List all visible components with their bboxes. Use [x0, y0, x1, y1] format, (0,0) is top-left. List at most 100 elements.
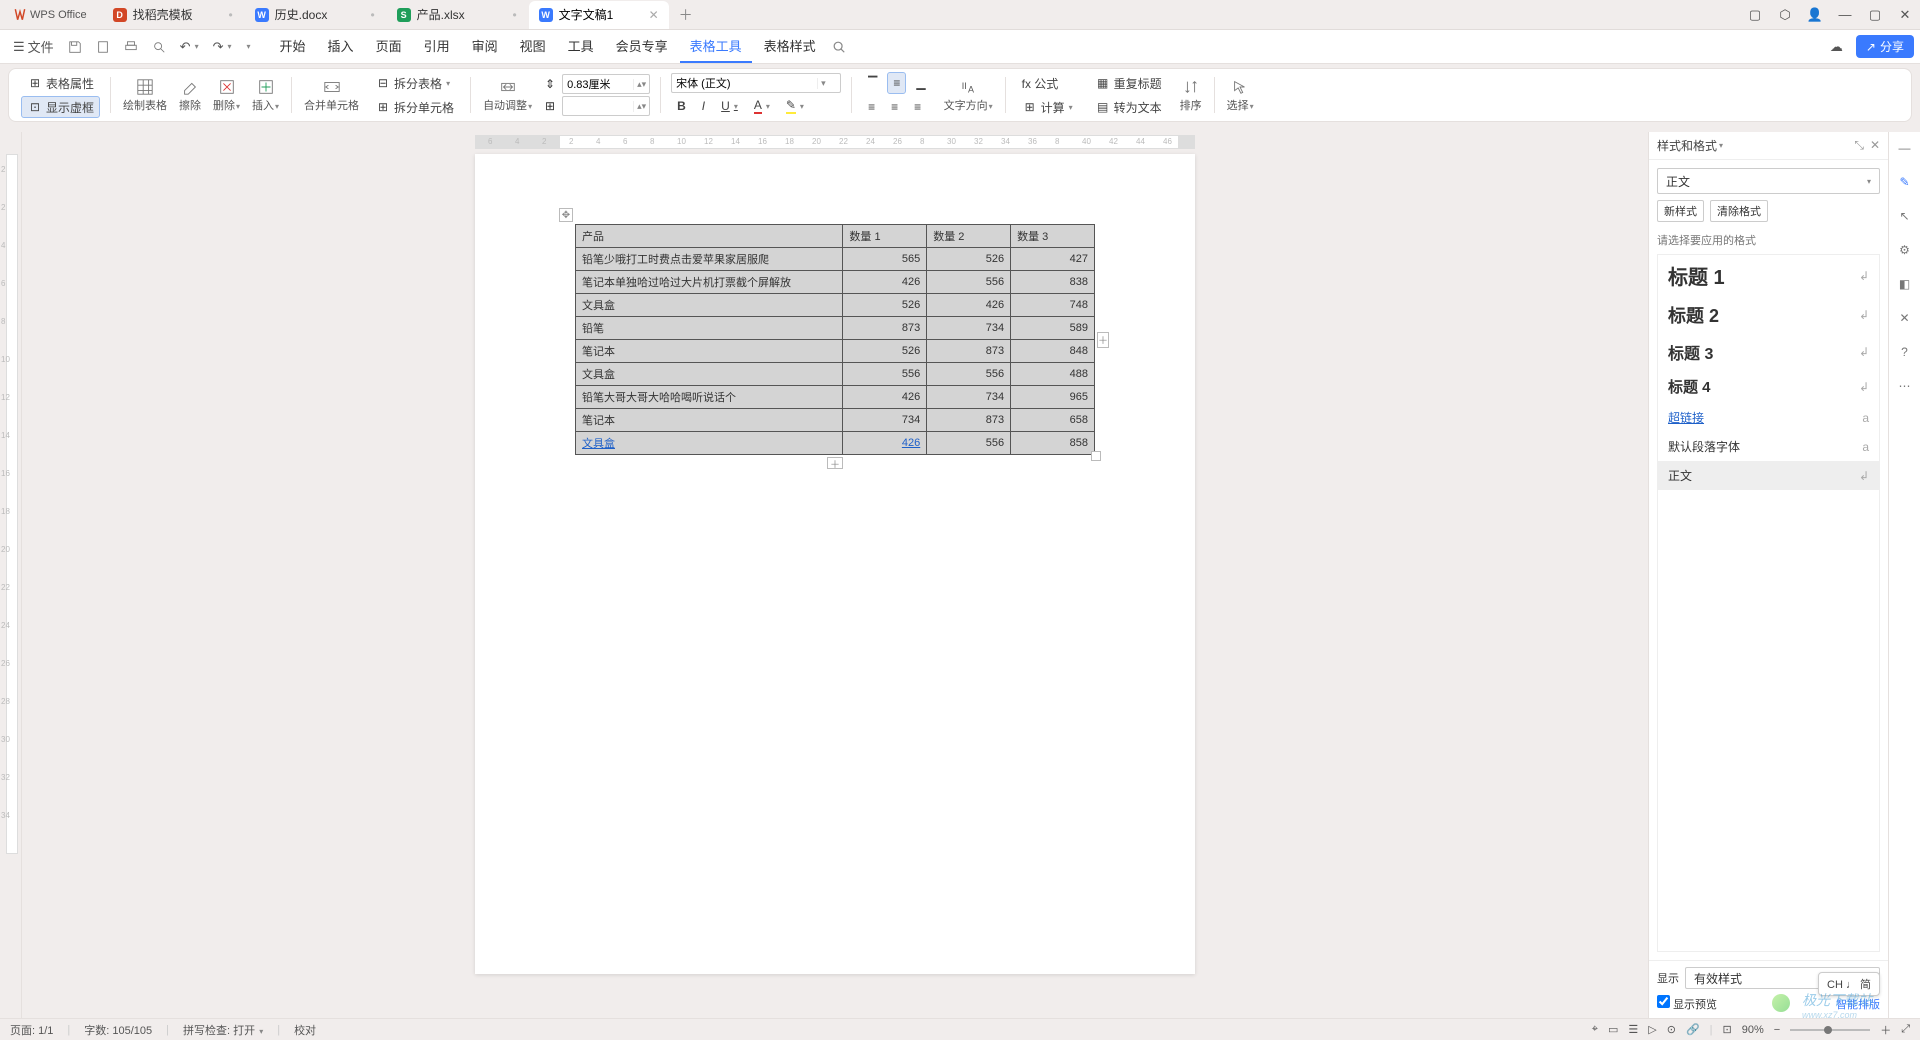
- table-cell[interactable]: 文具盒: [576, 432, 843, 455]
- formula-button[interactable]: fx 公式: [1016, 72, 1079, 94]
- table-row[interactable]: 铅笔少哦打工时费点击爱苹果家居服爬565526427: [576, 248, 1095, 271]
- document-tab[interactable]: W文字文稿1✕: [529, 1, 669, 29]
- align-left-button[interactable]: ≡: [862, 96, 881, 118]
- table-cell[interactable]: 873: [843, 317, 927, 340]
- table-resize-handle[interactable]: [1091, 451, 1101, 461]
- table-row[interactable]: 铅笔大哥大哥大哈哈喝听说话个426734965: [576, 386, 1095, 409]
- print-preview-icon[interactable]: [89, 33, 117, 61]
- style-list-item[interactable]: 标题 4↲: [1658, 370, 1879, 403]
- style-list-item[interactable]: 正文↲: [1658, 461, 1879, 490]
- close-button[interactable]: ✕: [1896, 7, 1914, 23]
- font-color-button[interactable]: A▾: [748, 95, 776, 117]
- menu-item[interactable]: 表格样式: [754, 31, 826, 63]
- add-tab-button[interactable]: ＋: [671, 5, 701, 25]
- table-row[interactable]: 文具盒556556488: [576, 363, 1095, 386]
- autofit-dropdown[interactable]: 自动调整▾: [477, 73, 538, 117]
- table-cell[interactable]: 铅笔大哥大哥大哈哈喝听说话个: [576, 386, 843, 409]
- show-border-button[interactable]: ⊡显示虚框: [21, 96, 100, 118]
- table-cell[interactable]: 838: [1011, 271, 1095, 294]
- align-middle-button[interactable]: ≡: [887, 72, 906, 94]
- align-bottom-button[interactable]: ▁: [910, 72, 931, 94]
- table-row[interactable]: 笔记本526873848: [576, 340, 1095, 363]
- table-cell[interactable]: 873: [927, 409, 1011, 432]
- status-spell[interactable]: 拼写检查: 打开 ▾: [183, 1022, 263, 1038]
- table-cell[interactable]: 734: [927, 317, 1011, 340]
- focus-icon[interactable]: ⊙: [1667, 1023, 1676, 1036]
- col-width-input[interactable]: ▴▾: [562, 96, 650, 116]
- text-direction-dropdown[interactable]: IIA文字方向▾: [938, 73, 999, 117]
- table-row[interactable]: 铅笔873734589: [576, 317, 1095, 340]
- menu-search-icon[interactable]: [826, 33, 852, 61]
- calculate-dropdown[interactable]: ⊞计算▾: [1016, 96, 1079, 118]
- table-cell[interactable]: 873: [927, 340, 1011, 363]
- canvas[interactable]: 6422468101214161820222426830323436840424…: [22, 132, 1648, 1018]
- menu-item[interactable]: 插入: [318, 31, 364, 63]
- redo-button[interactable]: ↷▾: [206, 33, 239, 61]
- menu-item[interactable]: 会员专享: [606, 31, 678, 63]
- table-cell[interactable]: 556: [927, 432, 1011, 455]
- row-height-input[interactable]: ▴▾: [562, 74, 650, 94]
- new-style-button[interactable]: 新样式: [1657, 200, 1704, 222]
- table-row[interactable]: 文具盒426556858: [576, 432, 1095, 455]
- underline-button[interactable]: U▾: [715, 95, 744, 117]
- preview-checkbox[interactable]: 显示预览: [1657, 995, 1717, 1012]
- table-cell[interactable]: 556: [843, 363, 927, 386]
- zoom-out-button[interactable]: −: [1774, 1024, 1780, 1036]
- table-header[interactable]: 数量 3: [1011, 225, 1095, 248]
- select-dropdown[interactable]: 选择▾: [1221, 73, 1260, 117]
- more-icon[interactable]: ⋯: [1895, 376, 1915, 396]
- table-cell[interactable]: 556: [927, 271, 1011, 294]
- table-cell[interactable]: 笔记本单独哈过哈过大片机打票截个屏解放: [576, 271, 843, 294]
- table-properties-button[interactable]: ⊞表格属性: [21, 72, 100, 94]
- draw-table-button[interactable]: 绘制表格: [117, 73, 173, 117]
- table-cell[interactable]: 734: [843, 409, 927, 432]
- insert-dropdown[interactable]: 插入▾: [246, 73, 285, 117]
- style-list-item[interactable]: 标题 2↲: [1658, 296, 1879, 334]
- clear-format-button[interactable]: 清除格式: [1710, 200, 1768, 222]
- table-cell[interactable]: 556: [927, 363, 1011, 386]
- table-cell[interactable]: 858: [1011, 432, 1095, 455]
- smart-layout-link[interactable]: 智能排版: [1836, 996, 1880, 1012]
- delete-dropdown[interactable]: 删除▾: [207, 73, 246, 117]
- print-icon[interactable]: [117, 33, 145, 61]
- bold-button[interactable]: B: [671, 95, 692, 117]
- cloud-icon[interactable]: ☁: [1823, 33, 1850, 61]
- highlight-button[interactable]: ✎▾: [780, 95, 810, 117]
- table-row[interactable]: 笔记本734873658: [576, 409, 1095, 432]
- repeat-header-button[interactable]: ▦重复标题: [1089, 72, 1168, 94]
- table-cell[interactable]: 526: [843, 340, 927, 363]
- menu-item[interactable]: 页面: [366, 31, 412, 63]
- status-zoom[interactable]: 90%: [1742, 1024, 1764, 1036]
- reading-layout-icon[interactable]: ⌖: [1592, 1023, 1598, 1036]
- menu-item[interactable]: 审阅: [462, 31, 508, 63]
- shapes-icon[interactable]: ◧: [1895, 274, 1915, 294]
- table-cell[interactable]: 734: [927, 386, 1011, 409]
- table-move-handle[interactable]: ✥: [559, 208, 573, 222]
- fit-icon[interactable]: ⊡: [1723, 1023, 1732, 1036]
- menu-item[interactable]: 表格工具: [680, 31, 752, 63]
- split-table-button[interactable]: ⊟拆分表格▾: [369, 72, 460, 94]
- menu-item[interactable]: 工具: [558, 31, 604, 63]
- status-page[interactable]: 页面: 1/1: [10, 1022, 53, 1038]
- table-cell[interactable]: 426: [843, 432, 927, 455]
- settings-icon[interactable]: ⚙: [1895, 240, 1915, 260]
- menu-item[interactable]: 引用: [414, 31, 460, 63]
- table-cell[interactable]: 565: [843, 248, 927, 271]
- edit-icon[interactable]: ✎: [1895, 172, 1915, 192]
- status-words[interactable]: 字数: 105/105: [84, 1022, 152, 1038]
- overlay-icon[interactable]: ▢: [1746, 7, 1764, 23]
- table-row[interactable]: 笔记本单独哈过哈过大片机打票截个屏解放426556838: [576, 271, 1095, 294]
- table-cell[interactable]: 426: [843, 271, 927, 294]
- expand-icon[interactable]: ⤢: [1901, 1023, 1910, 1036]
- table-cell[interactable]: 笔记本: [576, 409, 843, 432]
- table-cell[interactable]: 427: [1011, 248, 1095, 271]
- table-cell[interactable]: 589: [1011, 317, 1095, 340]
- align-center-button[interactable]: ≡: [885, 96, 904, 118]
- table-cell[interactable]: 426: [927, 294, 1011, 317]
- cube-icon[interactable]: ⬡: [1776, 7, 1794, 23]
- add-column-button[interactable]: ＋: [1097, 332, 1109, 348]
- table-cell[interactable]: 848: [1011, 340, 1095, 363]
- table-header[interactable]: 数量 1: [843, 225, 927, 248]
- style-list-item[interactable]: 默认段落字体a: [1658, 432, 1879, 461]
- table-header[interactable]: 产品: [576, 225, 843, 248]
